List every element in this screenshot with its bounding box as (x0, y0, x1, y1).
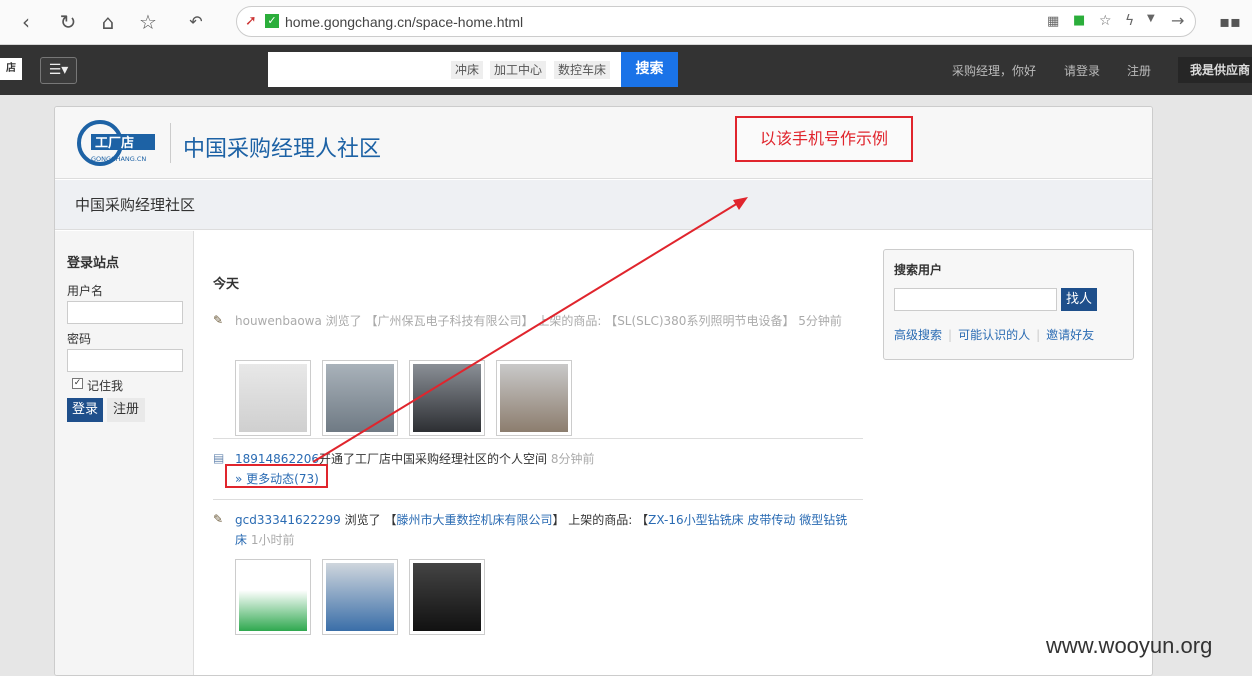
go-arrow-icon[interactable]: → (1171, 11, 1184, 30)
site-header: 工厂店 GONGCHANG.CN 中国采购经理人社区 以该手机号作示例 (55, 107, 1152, 179)
search-users-title: 搜索用户 (894, 263, 943, 277)
login-panel-title: 登录站点 (67, 256, 120, 271)
gongchang-logo[interactable]: 工厂店 GONGCHANG.CN (77, 120, 157, 166)
community-page: 工厂店 GONGCHANG.CN 中国采购经理人社区 以该手机号作示例 中国采购… (54, 106, 1153, 676)
home-icon[interactable]: ⌂ (96, 10, 120, 34)
feed-action: 开通了工厂店中国采购经理社区的个人空间 (318, 452, 547, 466)
product-thumbnail[interactable] (235, 360, 311, 436)
invite-friends-link[interactable]: 邀请好友 (1046, 328, 1094, 342)
header-divider (170, 123, 171, 163)
feed-text: houwenbaowa 浏览了 【广州保瓦电子科技有限公司】 上架的商品: 【S… (235, 311, 855, 331)
lightning-icon[interactable]: ϟ (1125, 13, 1134, 29)
register-link[interactable]: 注册 (1127, 62, 1151, 79)
user-search-input[interactable] (894, 288, 1057, 311)
feed-action: 浏览了 【 (321, 314, 378, 328)
product-thumbnail[interactable] (409, 360, 485, 436)
product-thumbnail[interactable] (496, 360, 572, 436)
feed-text: gcd33341622299 浏览了 【滕州市大重数控机床有限公司】 上架的商品… (235, 510, 855, 550)
browse-icon: ✎ (213, 313, 224, 327)
undo-icon[interactable]: ↶ (184, 10, 208, 34)
search-chip[interactable]: 数控车床 (554, 61, 611, 79)
rocket-icon: ➚ (245, 13, 257, 29)
search-users-links: 高级搜索 | 可能认识的人 | 邀请好友 (894, 328, 1095, 342)
more-activity-link[interactable]: » 更多动态(73) (235, 469, 855, 489)
community-name[interactable]: 中国采购经理社区 (75, 194, 195, 215)
url-text: home.gongchang.cn/space-home.html (285, 14, 524, 30)
advanced-search-link[interactable]: 高级搜索 (894, 328, 942, 342)
search-chip[interactable]: 加工中心 (490, 61, 547, 79)
username-input[interactable] (67, 301, 183, 324)
password-label: 密码 (67, 332, 92, 346)
dropdown-icon[interactable]: ▼ (1147, 13, 1155, 24)
apps-grid-icon[interactable]: ▪▪ (1218, 10, 1242, 34)
product-thumbnail[interactable] (409, 559, 485, 635)
sub-navbar: 中国采购经理社区 (55, 180, 1152, 230)
search-input[interactable]: 冲床 加工中心 数控车床 (268, 52, 622, 87)
username-label: 用户名 (67, 284, 104, 298)
qr-code-icon[interactable]: ▦ (1047, 14, 1059, 29)
supplier-link[interactable]: 我是供应商 (1178, 57, 1252, 83)
feed-end: 】 (782, 314, 795, 328)
star-icon[interactable]: ☆ (136, 10, 160, 34)
feed-divider (213, 499, 863, 500)
feed-user[interactable]: houwenbaowa (235, 314, 322, 328)
feed-mid: 】 上架的商品: 【 (552, 513, 649, 527)
search-users-panel: 搜索用户 找人 高级搜索 | 可能认识的人 | 邀请好友 (883, 249, 1134, 360)
search-button[interactable]: 搜索 (621, 52, 678, 87)
mini-logo[interactable]: 店 (0, 58, 22, 80)
feed-action: 浏览了 【 (340, 513, 397, 527)
logo-subtext: GONGCHANG.CN (91, 155, 146, 163)
browser-toolbar: ‹ ↻ ⌂ ☆ ↶ ➚ ✓ home.gongchang.cn/space-ho… (0, 0, 1252, 45)
feed-product[interactable]: SL(SLC)380系列照明节电设备 (617, 314, 782, 328)
lock-icon: ■ (1073, 13, 1086, 28)
activity-feed: 今天 ✎ houwenbaowa 浏览了 【广州保瓦电子科技有限公司】 上架的商… (195, 231, 875, 675)
favorite-icon[interactable]: ☆ (1099, 13, 1112, 29)
today-heading: 今天 (213, 277, 240, 292)
feed-user[interactable]: gcd33341622299 (235, 513, 341, 527)
register-button[interactable]: 注册 (107, 398, 145, 422)
feed-text: 18914862206开通了工厂店中国采购经理社区的个人空间 8分钟前 (235, 449, 855, 469)
phone-highlight-box (225, 464, 328, 488)
greeting-text: 采购经理，你好 (952, 64, 1037, 78)
browse-icon: ✎ (213, 512, 224, 526)
people-you-may-know-link[interactable]: 可能认识的人 (958, 328, 1030, 342)
profile-card-icon: ▤ (213, 451, 225, 465)
remember-checkbox[interactable]: ✓ (72, 378, 83, 389)
search-chip[interactable]: 冲床 (451, 61, 484, 79)
feed-time: 8分钟前 (550, 452, 595, 466)
watermark: www.wooyun.org (1046, 633, 1213, 658)
product-thumbnail[interactable] (322, 559, 398, 635)
annotation-note: 以该手机号作示例 (735, 116, 913, 162)
top-navbar: 店 ☰▾ 冲床 加工中心 数控车床 搜索 采购经理，你好 请登录 注册 我是供应… (0, 45, 1252, 95)
find-user-button[interactable]: 找人 (1061, 288, 1097, 311)
reload-icon[interactable]: ↻ (56, 10, 80, 34)
product-thumbnail[interactable] (322, 360, 398, 436)
menu-button[interactable]: ☰▾ (40, 57, 77, 84)
login-panel: 登录站点 用户名 密码 ✓ 记住我 登录 注册 (55, 231, 194, 675)
logo-text: 工厂店 (95, 135, 134, 151)
secure-check-icon: ✓ (265, 14, 279, 28)
back-icon[interactable]: ‹ (14, 10, 38, 34)
feed-time: 1小时前 (250, 533, 295, 547)
feed-time: 5分钟前 (798, 314, 842, 328)
login-link[interactable]: 请登录 (1064, 62, 1100, 79)
feed-company[interactable]: 滕州市大重数控机床有限公司 (396, 513, 552, 527)
feed-company[interactable]: 广州保瓦电子科技有限公司 (377, 314, 521, 328)
login-button[interactable]: 登录 (67, 398, 103, 422)
feed-mid: 】 上架的商品: 【 (521, 314, 618, 328)
address-bar[interactable]: ➚ ✓ home.gongchang.cn/space-home.html ▦ … (236, 6, 1196, 37)
feed-divider (213, 438, 863, 439)
site-title: 中国采购经理人社区 (183, 137, 382, 162)
product-thumbnail[interactable] (235, 559, 311, 635)
password-input[interactable] (67, 349, 183, 372)
remember-label: 记住我 (87, 379, 124, 393)
